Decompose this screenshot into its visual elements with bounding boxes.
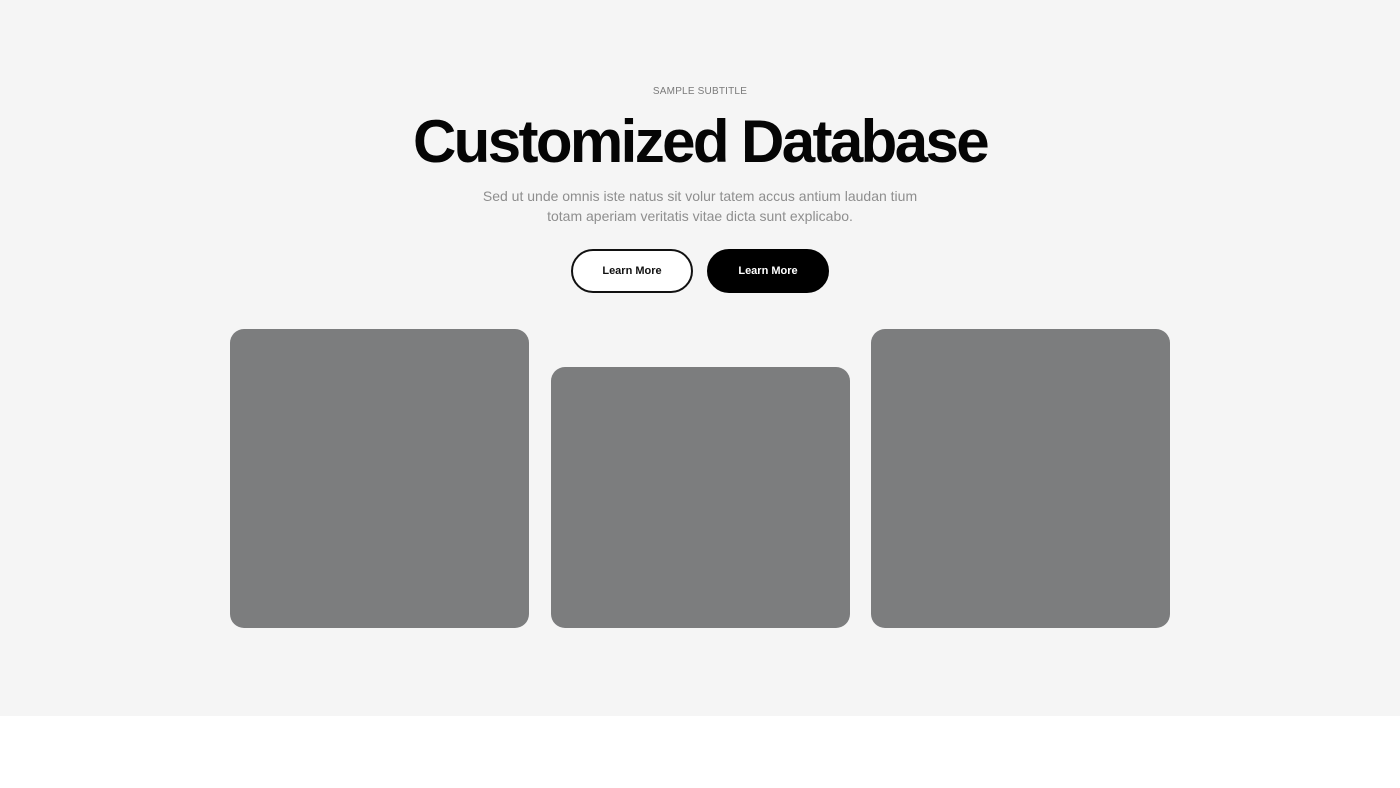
hero-description: Sed ut unde omnis iste natus sit volur t… bbox=[482, 188, 918, 224]
learn-more-outline-button[interactable]: Learn More bbox=[571, 249, 693, 293]
hero-subtitle: SAMPLE SUBTITLE bbox=[652, 86, 748, 97]
hero-title: Customized Database bbox=[412, 108, 990, 175]
hero-section: SAMPLE SUBTITLE Customized Database Sed … bbox=[0, 0, 1400, 716]
image-placeholder-card-left bbox=[230, 329, 529, 628]
page-bottom-strip bbox=[0, 716, 1400, 788]
image-placeholder-card-right bbox=[871, 329, 1170, 628]
image-placeholder-card-center bbox=[551, 367, 850, 628]
learn-more-solid-button[interactable]: Learn More bbox=[707, 249, 829, 293]
